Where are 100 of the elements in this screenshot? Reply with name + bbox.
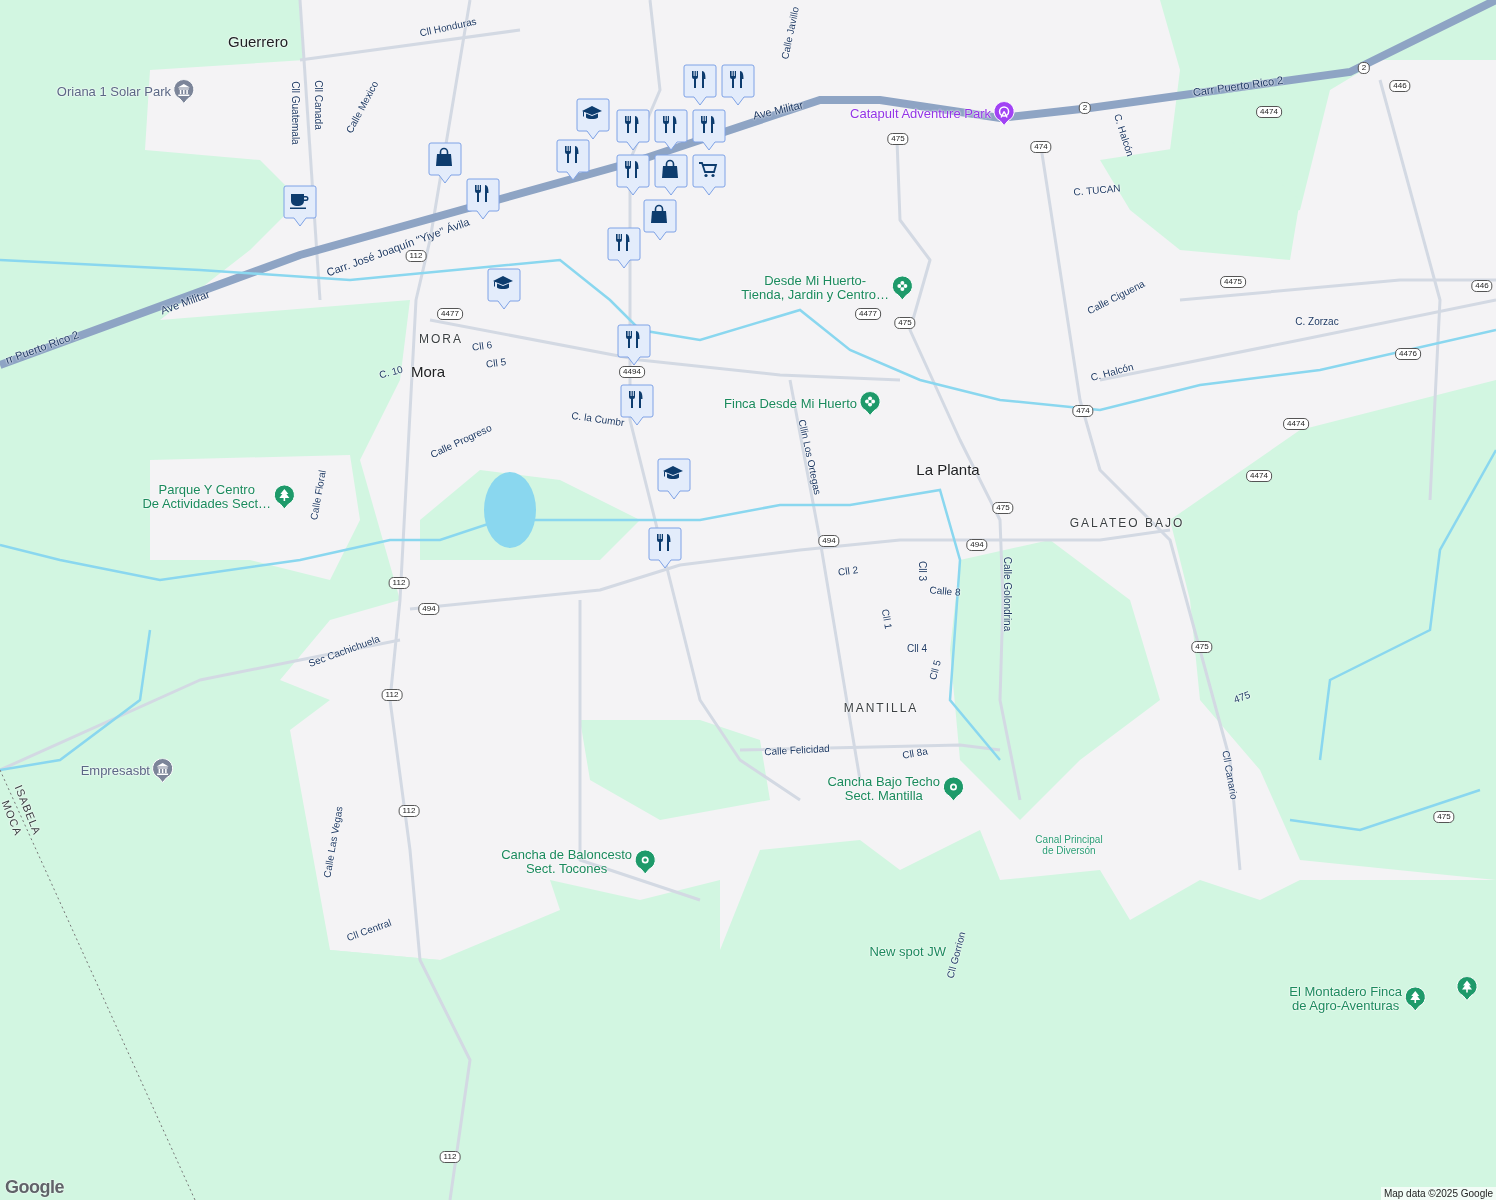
street-label: C. 10 bbox=[378, 363, 404, 381]
district-label: MANTILLA bbox=[843, 702, 919, 716]
highway-label: Carr Puerto Rico 2 bbox=[1192, 73, 1284, 99]
fork-knife-marker-icon[interactable] bbox=[556, 139, 590, 181]
route-shield: 446 bbox=[1389, 80, 1411, 92]
place-label[interactable]: Cancha Bajo Techo Sect. Mantilla bbox=[827, 774, 940, 804]
route-shield: 475 bbox=[887, 133, 909, 145]
building-icon[interactable] bbox=[173, 79, 195, 105]
fork-knife-marker-icon[interactable] bbox=[616, 154, 650, 196]
fork-knife-marker-icon[interactable] bbox=[654, 109, 688, 151]
street-label: Cll Guatemala bbox=[289, 81, 301, 145]
route-shield: 4477 bbox=[855, 308, 881, 320]
highway-label: rr Puerto Rico 2 bbox=[3, 328, 81, 366]
street-label: C. Halcón bbox=[1089, 361, 1135, 383]
google-logo: Google bbox=[5, 1177, 64, 1198]
route-shield: 4475 bbox=[1220, 276, 1246, 288]
tree-icon[interactable] bbox=[1456, 976, 1478, 1002]
place-label[interactable]: Empresasbt bbox=[80, 764, 150, 778]
ferris-wheel-icon[interactable] bbox=[993, 101, 1015, 127]
graduation-cap-marker-icon[interactable] bbox=[657, 458, 691, 500]
street-label: Cll 2 bbox=[837, 564, 859, 578]
street-label: Cll 1 bbox=[879, 608, 895, 630]
street-label: Cllin Los Ortegas bbox=[796, 418, 824, 496]
street-label: Calle Las Vegas bbox=[321, 805, 345, 879]
route-shield: 4477 bbox=[437, 308, 463, 320]
street-label: Cll Honduras bbox=[418, 15, 478, 39]
shopping-bag-marker-icon[interactable] bbox=[654, 154, 688, 196]
route-shield: 4474 bbox=[1256, 106, 1282, 118]
place-label[interactable]: Desde Mi Huerto- Tienda, Jardin y Centro… bbox=[741, 273, 889, 303]
street-label: C. la Cumbr bbox=[570, 409, 626, 429]
town-label: La Planta bbox=[916, 461, 980, 479]
place-label[interactable]: Finca Desde Mi Huerto bbox=[724, 397, 857, 411]
route-shield: 4474 bbox=[1283, 418, 1309, 430]
flower-icon[interactable] bbox=[891, 275, 913, 301]
place-label[interactable]: New spot JW bbox=[869, 945, 946, 959]
route-shield: 112 bbox=[388, 577, 410, 589]
place-label[interactable]: Cancha de Baloncesto Sect. Tocones bbox=[501, 847, 632, 877]
street-label: C. TUCAN bbox=[1073, 182, 1121, 198]
street-label: Cll 5 bbox=[485, 356, 507, 370]
route-shield: 494 bbox=[966, 539, 988, 551]
fork-knife-marker-icon[interactable] bbox=[683, 64, 717, 106]
street-label: Cll 8a bbox=[901, 745, 929, 761]
place-label[interactable]: Oriana 1 Solar Park bbox=[56, 85, 171, 99]
map-attribution: Map data ©2025 Google bbox=[1380, 1187, 1496, 1200]
shopping-bag-marker-icon[interactable] bbox=[643, 199, 677, 241]
highway-label: Ave Militar bbox=[158, 287, 212, 317]
route-shield: 475 bbox=[1191, 641, 1213, 653]
fork-knife-marker-icon[interactable] bbox=[721, 64, 755, 106]
pin-icon[interactable] bbox=[634, 849, 656, 875]
route-shield: 112 bbox=[398, 805, 420, 817]
street-label: Calle 8 bbox=[929, 584, 961, 598]
street-label: Cll 6 bbox=[471, 339, 493, 353]
district-label: GALATEO BAJO bbox=[1069, 517, 1185, 531]
highway-label: Ave Militar bbox=[751, 98, 805, 122]
town-label: Guerrero bbox=[228, 33, 288, 51]
route-shield: 4474 bbox=[1246, 470, 1272, 482]
route-shield: 475 bbox=[992, 502, 1014, 514]
route-shield: 474 bbox=[1072, 405, 1094, 417]
coffee-cup-marker-icon[interactable] bbox=[283, 185, 317, 227]
route-shield: 446 bbox=[1471, 280, 1493, 292]
graduation-cap-marker-icon[interactable] bbox=[576, 98, 610, 140]
street-label: Calle Felicidad bbox=[763, 742, 831, 758]
street-label: Calle Floral bbox=[308, 469, 328, 521]
pin-icon[interactable] bbox=[942, 776, 964, 802]
shopping-cart-marker-icon[interactable] bbox=[692, 154, 726, 196]
street-label: Cll 5 bbox=[927, 658, 943, 682]
tree-icon[interactable] bbox=[1404, 986, 1426, 1012]
street-label: Cll Canario bbox=[1220, 749, 1240, 801]
route-shield: 112 bbox=[439, 1151, 461, 1163]
route-shield: 475 bbox=[1433, 811, 1455, 823]
route-shield: 4494 bbox=[619, 366, 645, 378]
tree-icon[interactable] bbox=[273, 484, 295, 510]
place-label[interactable]: Parque Y Centro De Actividades Sect… bbox=[142, 482, 271, 512]
town-label: Mora bbox=[410, 363, 446, 381]
fork-knife-marker-icon[interactable] bbox=[607, 227, 641, 269]
street-label: Cll 4 bbox=[907, 642, 927, 654]
route-shield: 474 bbox=[1030, 141, 1052, 153]
fork-knife-marker-icon[interactable] bbox=[692, 109, 726, 151]
route-shield: 4476 bbox=[1395, 348, 1421, 360]
street-label: Calle Javillo bbox=[779, 5, 801, 61]
fork-knife-marker-icon[interactable] bbox=[466, 178, 500, 220]
district-label: MORA bbox=[419, 333, 463, 347]
fork-knife-marker-icon[interactable] bbox=[648, 527, 682, 569]
place-label[interactable]: El Montadero Finca de Agro-Aventuras bbox=[1289, 984, 1402, 1014]
street-label: C. Zorzac bbox=[1295, 315, 1339, 327]
shopping-bag-marker-icon[interactable] bbox=[428, 142, 462, 184]
street-label: 475 bbox=[1232, 689, 1252, 705]
route-shield: 475 bbox=[894, 317, 916, 329]
fork-knife-marker-icon[interactable] bbox=[617, 324, 651, 366]
canal-label: Canal Principal de Diversón bbox=[1035, 834, 1103, 856]
building-icon[interactable] bbox=[152, 758, 174, 784]
route-shield: 112 bbox=[381, 689, 403, 701]
street-label: Cll Canada bbox=[312, 80, 324, 130]
place-label[interactable]: Catapult Adventure Park bbox=[850, 107, 991, 121]
fork-knife-marker-icon[interactable] bbox=[616, 109, 650, 151]
street-label: Cll Central bbox=[345, 916, 393, 944]
street-label: Calle Golondrina bbox=[1001, 556, 1013, 632]
flower-icon[interactable] bbox=[859, 391, 881, 417]
graduation-cap-marker-icon[interactable] bbox=[487, 268, 521, 310]
route-shield: 494 bbox=[818, 535, 840, 547]
